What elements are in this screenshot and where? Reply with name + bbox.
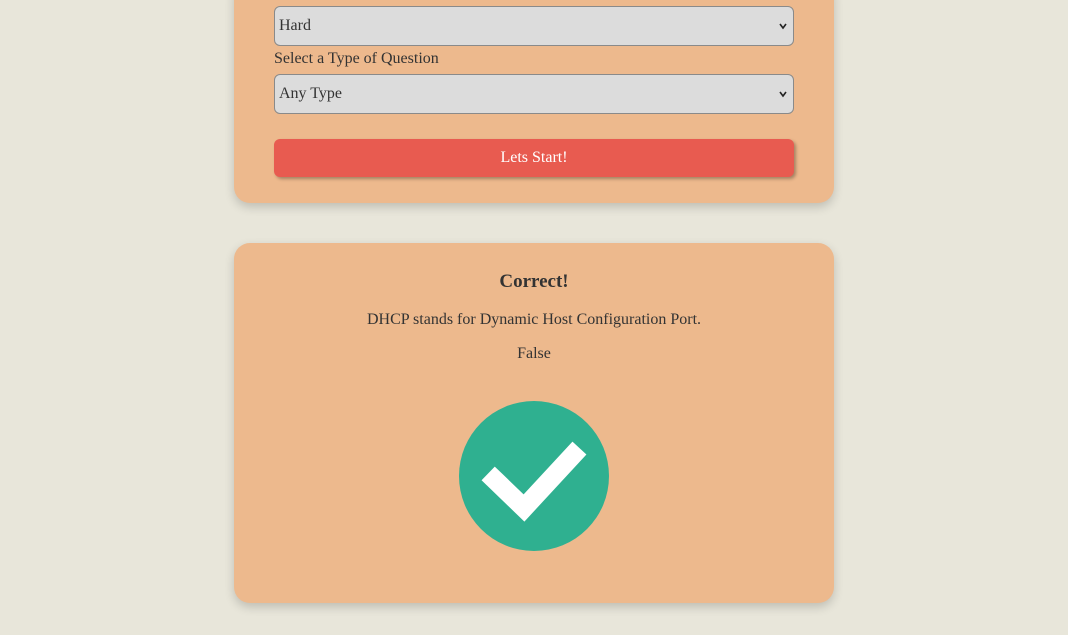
result-answer-text: False [517,345,551,362]
result-title: Correct! [499,271,569,292]
difficulty-select-value: Hard [279,17,311,34]
check-circle-icon [459,401,609,551]
chevron-down-icon [779,91,787,98]
difficulty-select[interactable]: Hard [274,6,794,46]
question-type-select[interactable]: Any Type [274,74,794,114]
start-quiz-button[interactable]: Lets Start! [274,139,794,177]
result-question-text: DHCP stands for Dynamic Host Configurati… [366,311,702,328]
chevron-down-icon [779,23,787,30]
quiz-settings-card: Hard Select a Type of Question Any Type … [234,0,834,203]
question-type-select-value: Any Type [279,85,343,102]
result-card: Correct! DHCP stands for Dynamic Host Co… [234,243,834,603]
question-type-label: Select a Type of Question [274,50,439,67]
